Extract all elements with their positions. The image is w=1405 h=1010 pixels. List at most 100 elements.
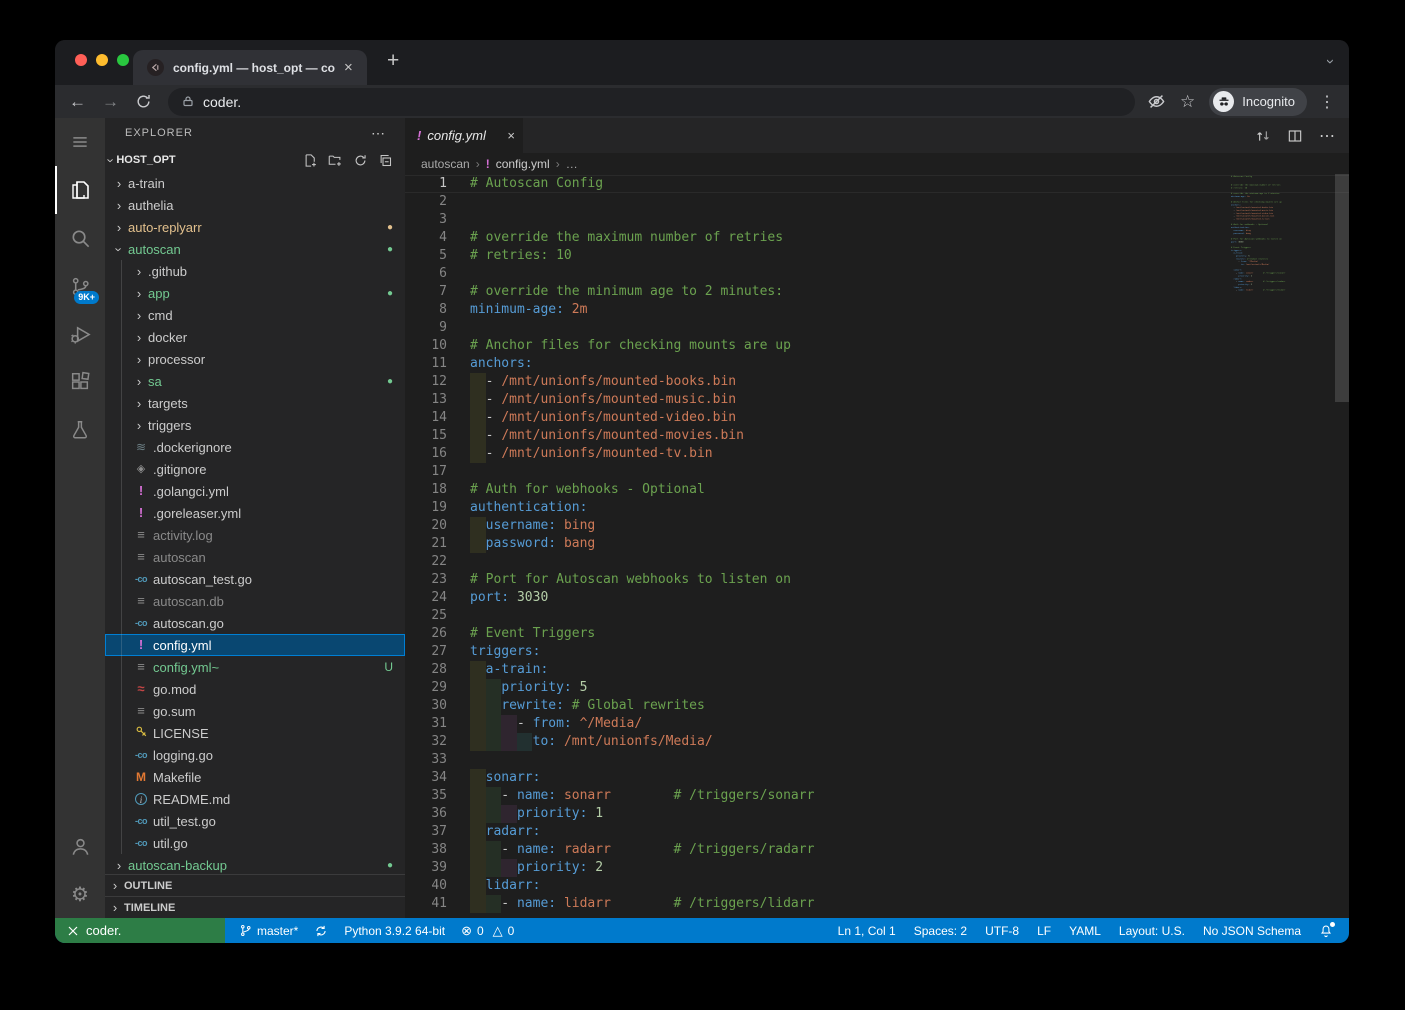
tree-item-config-yml[interactable]: !config.yml <box>105 634 405 656</box>
eye-off-icon[interactable] <box>1147 92 1166 111</box>
tree-item-util-test-go[interactable]: -coutil_test.go <box>105 810 405 832</box>
tree-item-autoscan-test-go[interactable]: -coautoscan_test.go <box>105 568 405 590</box>
tab-search-chevron-icon[interactable]: › <box>1322 59 1339 64</box>
tree-item-docker[interactable]: ›docker <box>105 326 405 348</box>
maximize-window-button[interactable] <box>117 54 129 66</box>
collapse-folders-icon[interactable] <box>378 153 393 168</box>
new-folder-icon[interactable] <box>328 153 343 168</box>
encoding-status[interactable]: UTF-8 <box>985 924 1019 938</box>
line-number: 31 <box>405 715 447 733</box>
bookmark-star-icon[interactable]: ☆ <box>1180 92 1195 112</box>
minimize-window-button[interactable] <box>96 54 108 66</box>
reload-icon[interactable] <box>135 93 152 110</box>
back-icon[interactable]: ← <box>69 92 86 112</box>
go-file-icon: -co <box>133 615 149 631</box>
code-text: a-train: <box>470 661 548 679</box>
tree-item-triggers[interactable]: ›triggers <box>105 414 405 436</box>
editor-tab-configyml[interactable]: ! config.yml × <box>405 118 523 153</box>
tree-item-logging-go[interactable]: -cologging.go <box>105 744 405 766</box>
tree-item-a-train[interactable]: ›a-train <box>105 172 405 194</box>
tree-item-readme-md[interactable]: iREADME.md <box>105 788 405 810</box>
tree-item-app[interactable]: ›app● <box>105 282 405 304</box>
line-number: 2 <box>405 193 447 211</box>
tree-item-activity-log[interactable]: ≡activity.log <box>105 524 405 546</box>
tree-item-autoscan[interactable]: ›autoscan● <box>105 238 405 260</box>
chevron-down-icon: › <box>112 243 127 255</box>
code-line: 23# Port for Autoscan webhooks to listen… <box>405 571 1349 589</box>
account-icon[interactable] <box>55 822 105 870</box>
editor-scrollbar[interactable] <box>1335 174 1349 402</box>
yaml-warn-icon: ! <box>417 128 421 143</box>
tree-item-label: .golangci.yml <box>153 484 229 499</box>
open-changes-icon[interactable] <box>1255 128 1271 144</box>
tree-item-auto-replyarr[interactable]: ›auto-replyarr● <box>105 216 405 238</box>
tab-close-icon[interactable]: × <box>507 128 515 143</box>
breadcrumb[interactable]: autoscan › ! config.yml › … <box>405 153 1349 175</box>
notifications-bell[interactable] <box>1319 924 1333 938</box>
refresh-icon[interactable] <box>353 153 368 168</box>
python-interpreter[interactable]: Python 3.9.2 64-bit <box>344 924 445 938</box>
tree-item-go-mod[interactable]: ≈go.mod <box>105 678 405 700</box>
tree-item-authelia[interactable]: ›authelia <box>105 194 405 216</box>
tree-item--github[interactable]: ›.github <box>105 260 405 282</box>
settings-gear-icon[interactable]: ⚙ <box>55 870 105 918</box>
tree-item-label: autoscan_test.go <box>153 572 252 587</box>
close-window-button[interactable] <box>75 54 87 66</box>
tree-item--gitignore[interactable]: ◈.gitignore <box>105 458 405 480</box>
tree-item-processor[interactable]: ›processor <box>105 348 405 370</box>
source-control-icon[interactable]: 9K+ <box>55 262 105 310</box>
tree-item-autoscan-db[interactable]: ≡autoscan.db <box>105 590 405 612</box>
json-schema-status[interactable]: No JSON Schema <box>1203 924 1301 938</box>
keyboard-layout[interactable]: Layout: U.S. <box>1119 924 1185 938</box>
sidebar-more-icon[interactable]: ⋯ <box>371 125 385 142</box>
go-file-icon: -co <box>133 813 149 829</box>
remote-indicator[interactable]: coder. <box>55 918 225 943</box>
split-editor-icon[interactable] <box>1287 128 1303 144</box>
extensions-icon[interactable] <box>55 358 105 406</box>
tree-item-autoscan-backup[interactable]: ›autoscan-backup● <box>105 854 405 874</box>
minimap[interactable]: # Autoscan Config# override the maximum … <box>1231 175 1335 435</box>
tree-item-config-yml-[interactable]: ≡config.yml~U <box>105 656 405 678</box>
forward-icon[interactable]: → <box>102 92 119 112</box>
yaml-warn-icon: ! <box>133 637 149 653</box>
menu-hamburger-icon[interactable] <box>55 118 105 166</box>
tab-close-icon[interactable]: × <box>344 60 353 75</box>
chevron-right-icon: › <box>133 286 145 301</box>
tree-item-go-sum[interactable]: ≡go.sum <box>105 700 405 722</box>
git-untracked-badge: U <box>384 660 393 674</box>
tree-item-cmd[interactable]: ›cmd <box>105 304 405 326</box>
explorer-icon[interactable] <box>55 166 105 214</box>
problems-status[interactable]: ⊗ 0 △ 0 <box>461 923 514 939</box>
editor-more-icon[interactable]: ⋯ <box>1319 126 1335 146</box>
tree-item-license[interactable]: LICENSE <box>105 722 405 744</box>
browser-tab[interactable]: config.yml — host_opt — code × <box>133 50 367 85</box>
tree-item-util-go[interactable]: -coutil.go <box>105 832 405 854</box>
indentation-status[interactable]: Spaces: 2 <box>914 924 967 938</box>
tree-item-label: autoscan <box>153 550 206 565</box>
tree-item--golangci-yml[interactable]: !.golangci.yml <box>105 480 405 502</box>
language-mode[interactable]: YAML <box>1069 924 1101 938</box>
tree-item--goreleaser-yml[interactable]: !.goreleaser.yml <box>105 502 405 524</box>
timeline-section[interactable]: › TIMELINE <box>105 896 405 918</box>
tree-item--dockerignore[interactable]: ≋.dockerignore <box>105 436 405 458</box>
new-tab-button[interactable]: + <box>387 49 399 73</box>
address-bar[interactable]: coder. <box>168 88 1135 116</box>
cursor-position[interactable]: Ln 1, Col 1 <box>838 924 896 938</box>
tree-item-targets[interactable]: ›targets <box>105 392 405 414</box>
code-viewport[interactable]: 1# Autoscan Config234# override the maxi… <box>405 175 1349 918</box>
tree-item-autoscan[interactable]: ≡autoscan <box>105 546 405 568</box>
sync-status[interactable] <box>314 924 328 938</box>
tree-item-autoscan-go[interactable]: -coautoscan.go <box>105 612 405 634</box>
tree-item-sa[interactable]: ›sa● <box>105 370 405 392</box>
search-icon[interactable] <box>55 214 105 262</box>
window-controls[interactable] <box>75 54 129 66</box>
eol-status[interactable]: LF <box>1037 924 1051 938</box>
run-debug-icon[interactable] <box>55 310 105 358</box>
testing-beaker-icon[interactable] <box>55 406 105 454</box>
tree-item-makefile[interactable]: MMakefile <box>105 766 405 788</box>
git-branch-status[interactable]: master* <box>239 924 298 938</box>
new-file-icon[interactable] <box>303 153 318 168</box>
browser-menu-icon[interactable]: ⋮ <box>1319 92 1335 112</box>
outline-section[interactable]: › OUTLINE <box>105 874 405 896</box>
workspace-root-header[interactable]: › HOST_OPT <box>105 148 405 172</box>
